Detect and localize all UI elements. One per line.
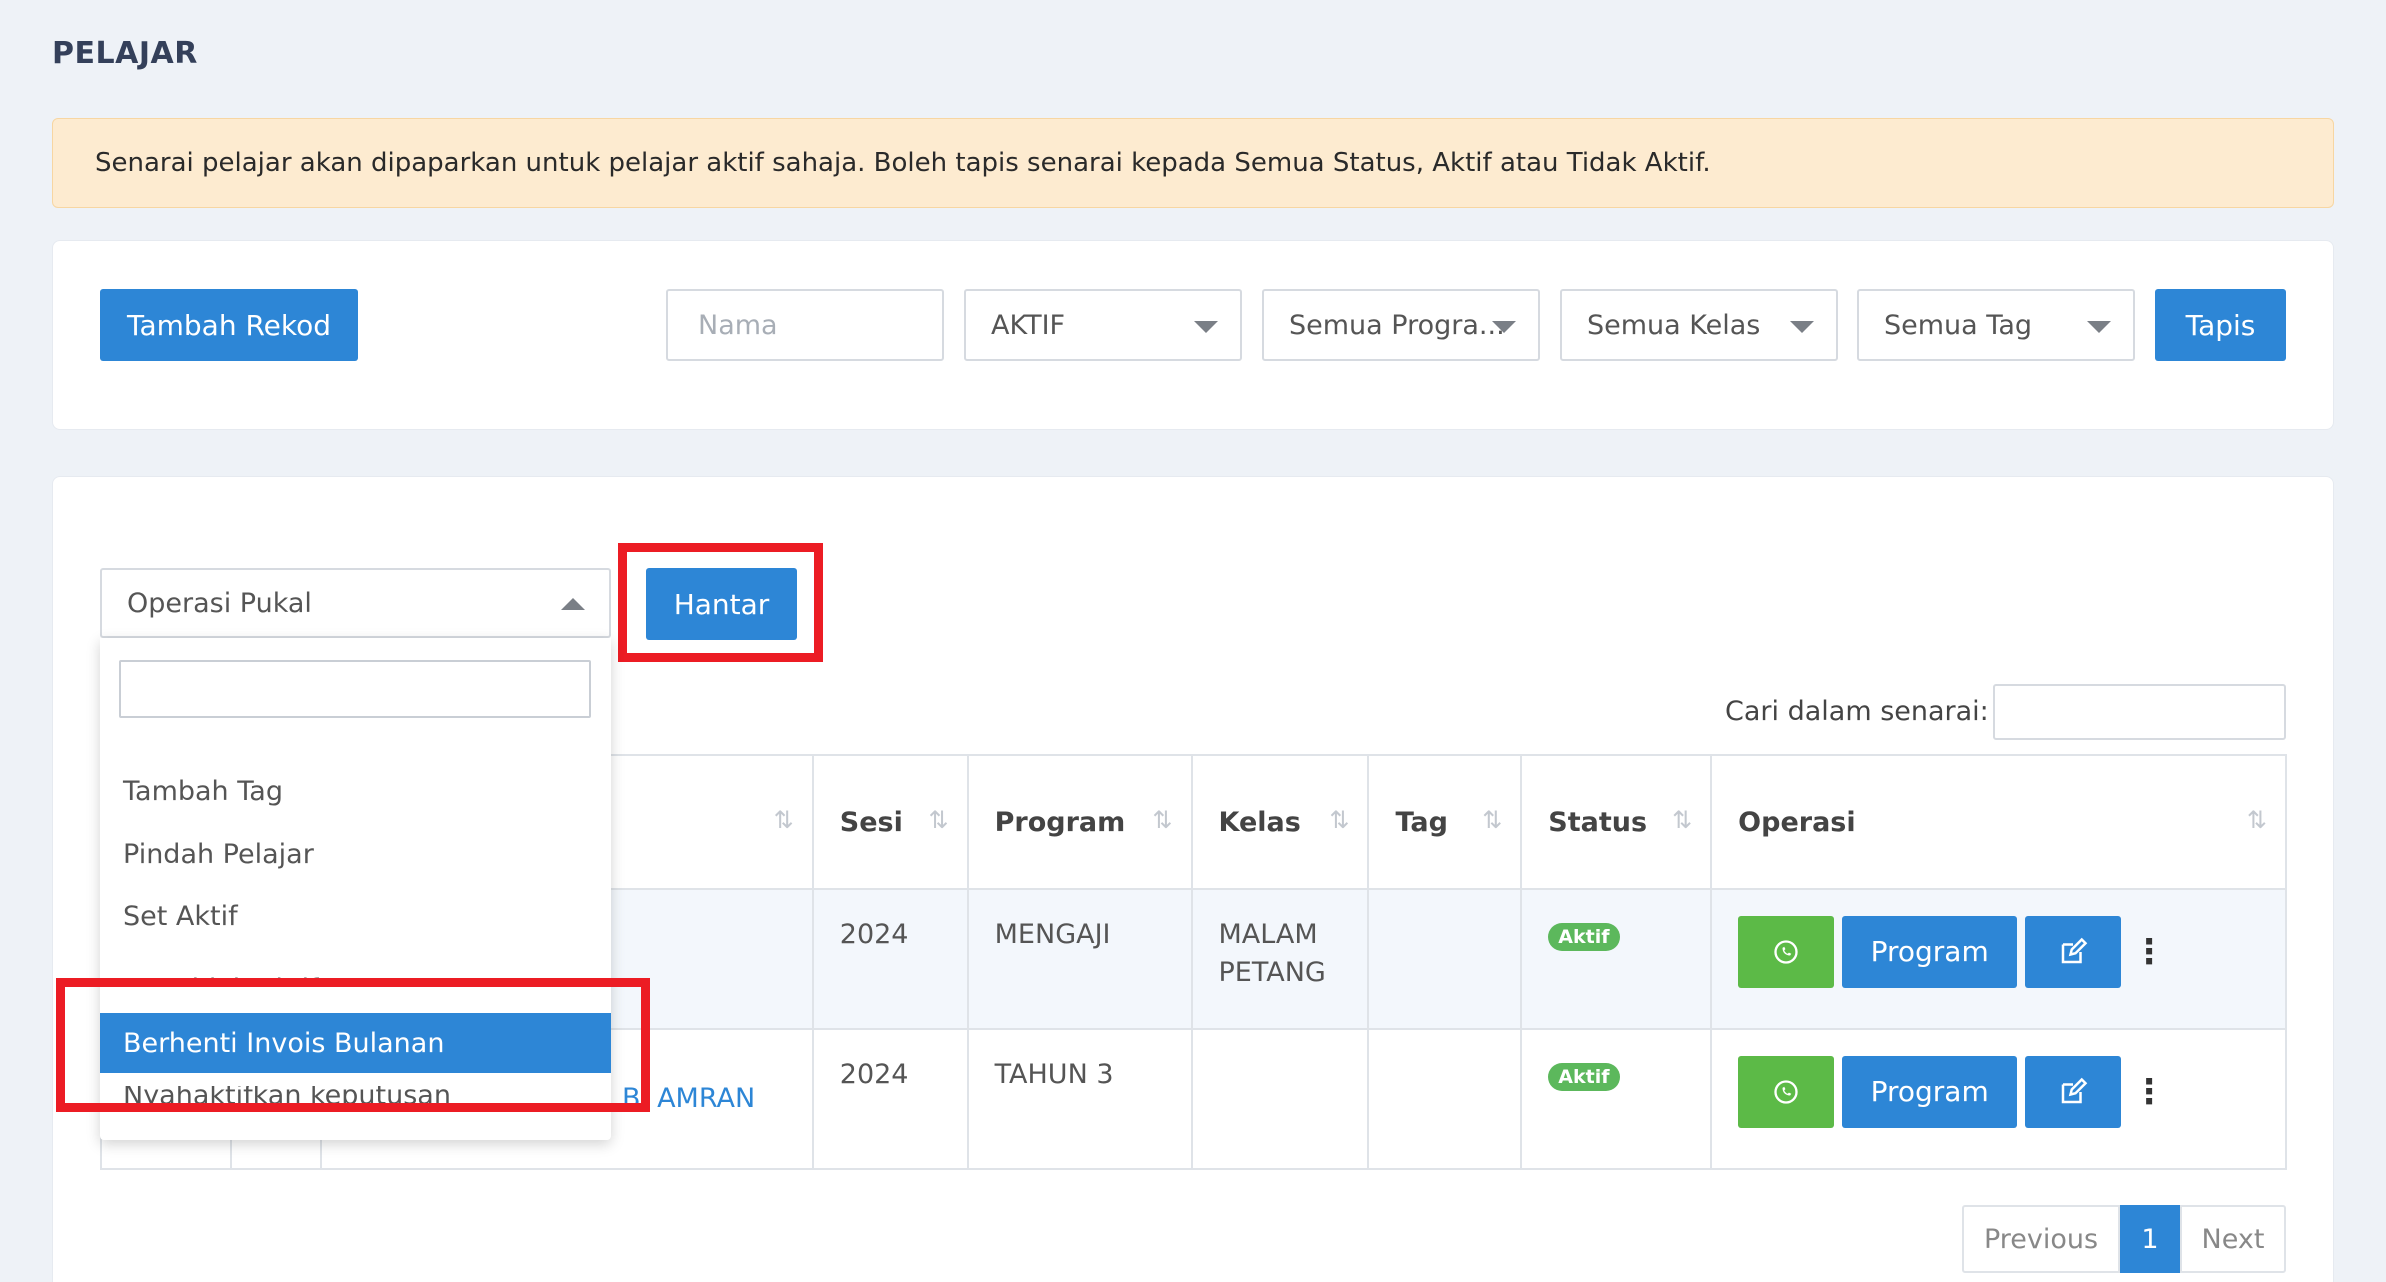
class-select[interactable]: Semua Kelas [1560, 289, 1838, 361]
program-select-value: Semua Progra... [1289, 309, 1505, 341]
chevron-down-icon [2087, 321, 2111, 333]
row-operations: Program ⋮ [1710, 888, 2287, 1030]
edit-button[interactable] [2025, 1056, 2122, 1128]
page-title: PELAJAR [52, 36, 198, 71]
status-badge: Aktif [1548, 923, 1620, 951]
page-1-button[interactable]: 1 [2120, 1205, 2180, 1273]
chevron-up-icon [561, 598, 585, 610]
header-label: Operasi [1738, 806, 1856, 838]
row-kelas: MALAM PETANG [1190, 888, 1370, 1030]
sort-icon: ⇅ [928, 806, 949, 834]
chevron-down-icon [1492, 321, 1516, 333]
chevron-down-icon [1194, 321, 1218, 333]
row-operations: Program ⋮ [1710, 1028, 2287, 1170]
tag-select[interactable]: Semua Tag [1857, 289, 2135, 361]
row-status: Aktif [1520, 1028, 1713, 1170]
sort-icon: ⇅ [1482, 806, 1503, 834]
whatsapp-icon [1774, 940, 1798, 964]
chevron-down-icon [1790, 321, 1814, 333]
status-select[interactable]: AKTIF [964, 289, 1242, 361]
table-header-program[interactable]: Program ⇅ [966, 754, 1193, 890]
next-page-button[interactable]: Next [2180, 1205, 2286, 1273]
edit-icon [2061, 1077, 2088, 1104]
bulk-operation-select[interactable]: Operasi Pukal [100, 568, 611, 638]
pagination: Previous 1 Next [1962, 1205, 2286, 1273]
alert-text: Senarai pelajar akan dipaparkan untuk pe… [95, 148, 1711, 178]
selected-option-highlight [56, 978, 650, 1112]
header-label: Sesi [839, 806, 903, 838]
row-sesi: 2024 [811, 888, 969, 1030]
sort-icon: ⇅ [1152, 806, 1173, 834]
edit-button[interactable] [2025, 916, 2122, 988]
option-pindah-pelajar[interactable]: Pindah Pelajar [100, 824, 611, 884]
edit-icon [2061, 937, 2088, 964]
name-input[interactable]: Nama [666, 289, 944, 361]
row-tag [1367, 888, 1523, 1030]
table-header-operasi[interactable]: Operasi ⇅ [1710, 754, 2287, 890]
row-program: MENGAJI [966, 888, 1193, 1030]
table-header-tag[interactable]: Tag ⇅ [1367, 754, 1523, 890]
dropdown-search-input[interactable] [119, 660, 591, 718]
add-record-button[interactable]: Tambah Rekod [100, 289, 358, 361]
sort-icon: ⇅ [1329, 806, 1350, 834]
row-kelas-text: MALAM PETANG [1218, 919, 1326, 988]
program-button[interactable]: Program [1842, 1056, 2018, 1128]
more-options-icon[interactable]: ⋮ [2129, 1056, 2169, 1128]
whatsapp-button[interactable] [1738, 1056, 1835, 1128]
table-header-kelas[interactable]: Kelas ⇅ [1190, 754, 1370, 890]
send-button-highlight [618, 543, 823, 662]
list-search-input[interactable] [1993, 684, 2286, 740]
sort-icon: ⇅ [2246, 806, 2267, 834]
bulk-select-value: Operasi Pukal [127, 587, 312, 619]
table-header-status[interactable]: Status ⇅ [1520, 754, 1713, 890]
row-program: TAHUN 3 [966, 1028, 1193, 1170]
filter-button[interactable]: Tapis [2155, 289, 2286, 361]
header-label: Status [1548, 806, 1648, 838]
row-sesi: 2024 [811, 1028, 969, 1170]
whatsapp-icon [1774, 1080, 1798, 1104]
class-select-value: Semua Kelas [1587, 309, 1761, 341]
more-options-icon[interactable]: ⋮ [2129, 916, 2169, 988]
sort-icon: ⇅ [1672, 806, 1693, 834]
table-header-sesi[interactable]: Sesi ⇅ [811, 754, 969, 890]
header-label: Tag [1395, 806, 1448, 838]
row-status: Aktif [1520, 888, 1713, 1030]
row-kelas [1190, 1028, 1370, 1170]
row-tag [1367, 1028, 1523, 1170]
header-label: Program [994, 806, 1126, 838]
tag-select-value: Semua Tag [1884, 309, 2032, 341]
previous-page-button[interactable]: Previous [1962, 1205, 2120, 1273]
program-button[interactable]: Program [1842, 916, 2018, 988]
program-select[interactable]: Semua Progra... [1262, 289, 1540, 361]
search-label: Cari dalam senarai: [1725, 696, 1989, 727]
sort-icon: ⇅ [773, 806, 794, 834]
whatsapp-button[interactable] [1738, 916, 1835, 988]
status-select-value: AKTIF [991, 309, 1066, 341]
info-alert: Senarai pelajar akan dipaparkan untuk pe… [52, 118, 2334, 208]
header-label: Kelas [1218, 806, 1301, 838]
status-badge: Aktif [1548, 1063, 1620, 1091]
option-set-aktif[interactable]: Set Aktif [100, 886, 611, 946]
option-tambah-tag[interactable]: Tambah Tag [100, 761, 611, 821]
